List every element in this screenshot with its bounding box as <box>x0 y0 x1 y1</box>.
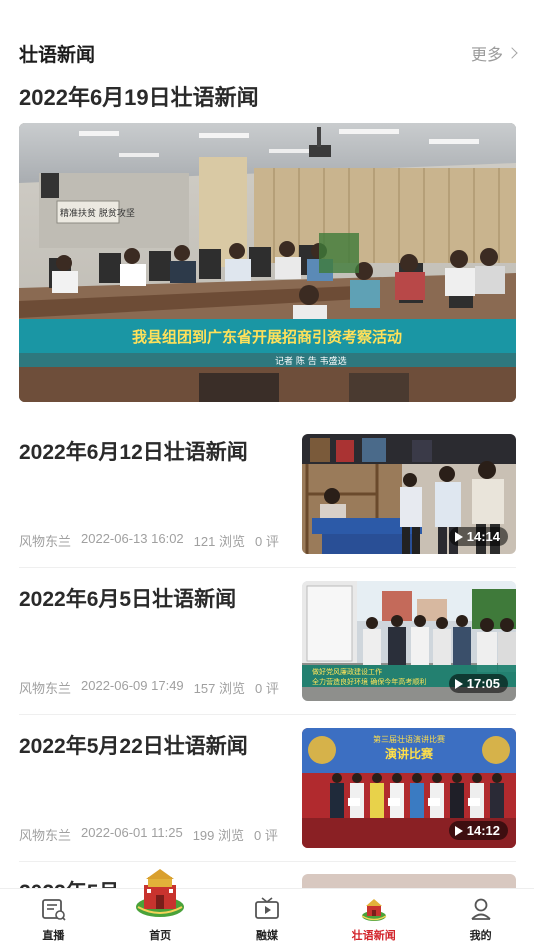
zhuang-news-icon <box>361 899 387 921</box>
tab-home[interactable]: 首页 <box>107 869 214 950</box>
chevron-right-icon <box>506 47 518 59</box>
banner-text: 我县组团到广东省开展招商引资考察活动 <box>132 328 402 346</box>
news-comments: 0 评 <box>254 828 278 843</box>
divider <box>19 861 516 862</box>
divider <box>19 714 516 715</box>
news-date: 2022-06-01 11:25 <box>81 825 183 840</box>
news-date: 2022-06-09 17:49 <box>81 678 184 693</box>
news-thumbnail[interactable]: 做好党风廉政建设工作 全力营造良好环境 确保今年高考顺利 17:05 <box>302 581 516 701</box>
tab-label: 直播 <box>42 930 65 942</box>
news-meta: 风物东兰 2022-06-01 11:25 199 浏览 0 评 <box>19 825 278 844</box>
bottom-tab-bar: 直播 首页 融媒 壮语新闻 我的 <box>0 869 534 950</box>
tab-profile[interactable]: 我的 <box>427 889 534 950</box>
section-title: 壮语新闻 <box>19 44 96 66</box>
duration-text: 17:05 <box>466 676 500 691</box>
news-views: 157 浏览 <box>193 681 245 696</box>
tab-media[interactable]: 融媒 <box>214 889 321 950</box>
video-duration-badge: 17:05 <box>448 674 508 693</box>
news-meta: 风物东兰 2022-06-13 16:02 121 浏览 0 评 <box>19 531 279 550</box>
news-title: 2022年6月12日壮语新闻 <box>19 441 248 464</box>
video-duration-badge: 14:12 <box>448 821 508 840</box>
tab-live[interactable]: 直播 <box>0 889 107 950</box>
news-views: 199 浏览 <box>192 828 245 843</box>
video-duration-badge: 14:14 <box>448 527 508 546</box>
thumb-caption-line1: 做好党风廉政建设工作 <box>312 667 382 676</box>
play-icon <box>454 825 463 836</box>
divider <box>19 567 516 568</box>
news-thumbnail[interactable] <box>302 874 516 888</box>
live-icon <box>42 899 66 921</box>
media-tv-icon <box>255 897 279 919</box>
news-title: 2022年5月... <box>19 876 137 888</box>
tab-label: 壮语新闻 <box>351 930 396 942</box>
thumb-caption-line2: 全力营造良好环境 确保今年高考顺利 <box>312 677 426 686</box>
tab-label: 首页 <box>149 930 172 942</box>
news-source: 风物东兰 <box>19 828 72 843</box>
tab-zhuang-news[interactable]: 壮语新闻 <box>320 889 427 950</box>
thumb-sub-text: 演讲比赛 <box>385 746 434 761</box>
news-meta: 风物东兰 2022-06-09 17:49 157 浏览 0 评 <box>19 678 279 697</box>
news-item[interactable]: 2022年5月22日壮语新闻 风物东兰 2022-06-01 11:25 199… <box>19 728 516 848</box>
profile-icon <box>470 898 491 920</box>
credit-text: 记者 陈 告 韦盛选 <box>275 355 347 367</box>
more-label: 更多 <box>470 47 503 64</box>
home-emblem-icon <box>136 869 185 917</box>
news-source: 风物东兰 <box>19 534 72 549</box>
featured-title[interactable]: 2022年6月19日壮语新闻 <box>19 80 259 112</box>
news-title: 2022年5月22日壮语新闻 <box>19 735 248 758</box>
thumb-banner-text: 第三届壮语演讲比赛 <box>373 734 445 744</box>
news-thumbnail[interactable]: 14:14 <box>302 434 516 554</box>
news-date: 2022-06-13 16:02 <box>81 531 184 546</box>
tab-label: 我的 <box>469 930 492 942</box>
more-link[interactable]: 更多 <box>470 41 518 65</box>
duration-text: 14:12 <box>466 823 500 838</box>
featured-video-thumbnail[interactable]: 精准扶贫 脱贫攻坚 我县组团到广东省开展招商引资考察活动 记者 陈 告 韦盛选 <box>19 123 516 402</box>
news-item[interactable]: 2022年6月5日壮语新闻 风物东兰 2022-06-09 17:49 157 … <box>19 581 516 701</box>
news-views: 121 浏览 <box>193 534 245 549</box>
news-title: 2022年6月5日壮语新闻 <box>19 588 237 611</box>
news-item[interactable]: 2022年6月12日壮语新闻 风物东兰 2022-06-13 16:02 121… <box>19 434 516 554</box>
play-icon <box>454 678 463 689</box>
section-header: 壮语新闻 更多 <box>19 38 518 68</box>
news-thumbnail[interactable]: 第三届壮语演讲比赛 演讲比赛 14:12 <box>302 728 516 848</box>
duration-text: 14:14 <box>466 529 500 544</box>
play-icon <box>454 531 463 542</box>
news-comments: 0 评 <box>254 681 279 696</box>
wall-sign-text: 精准扶贫 脱贫攻坚 <box>60 207 135 219</box>
news-source: 风物东兰 <box>19 681 72 696</box>
tab-label: 融媒 <box>255 930 278 942</box>
meeting-room-image: 精准扶贫 脱贫攻坚 我县组团到广东省开展招商引资考察活动 记者 陈 告 韦盛选 <box>19 123 516 402</box>
news-item-partial[interactable]: 2022年5月... <box>19 874 516 888</box>
news-comments: 0 评 <box>254 534 279 549</box>
